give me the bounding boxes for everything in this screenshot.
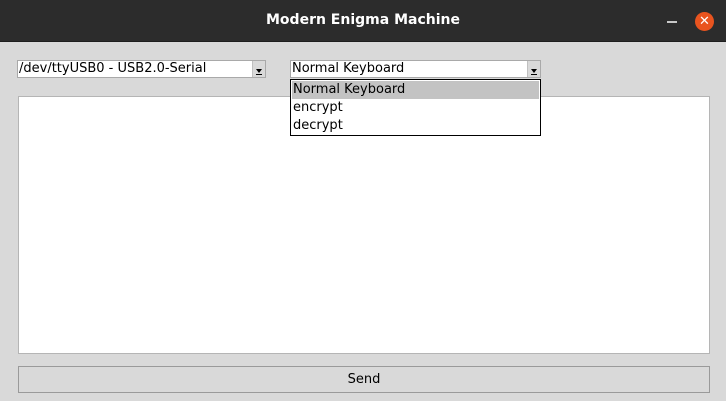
mode-select-value: Normal Keyboard [292,61,405,76]
port-select[interactable]: /dev/ttyUSB0 - USB2.0-Serial [17,60,266,78]
mode-dropdown-list[interactable]: Normal Keyboard encrypt decrypt [290,79,541,136]
port-select-value: /dev/ttyUSB0 - USB2.0-Serial [19,61,207,76]
send-button[interactable]: Send [18,366,710,393]
mode-select-arrow[interactable] [527,61,540,77]
close-icon: ✕ [699,14,710,29]
mode-option-encrypt[interactable]: encrypt [292,99,539,117]
mode-option-normal-keyboard[interactable]: Normal Keyboard [292,81,539,99]
title-bar[interactable]: Modern Enigma Machine ✕ [0,0,726,42]
chevron-down-icon [531,69,537,73]
minimize-button[interactable] [662,10,682,30]
minimize-icon [667,21,677,23]
mode-option-decrypt[interactable]: decrypt [292,117,539,135]
mode-select[interactable]: Normal Keyboard [290,60,541,78]
close-button[interactable]: ✕ [695,12,714,31]
window-title: Modern Enigma Machine [266,12,460,28]
app-window: Modern Enigma Machine ✕ /dev/ttyUSB0 - U… [0,0,726,401]
chevron-down-icon [256,69,262,73]
port-select-arrow[interactable] [252,61,265,77]
